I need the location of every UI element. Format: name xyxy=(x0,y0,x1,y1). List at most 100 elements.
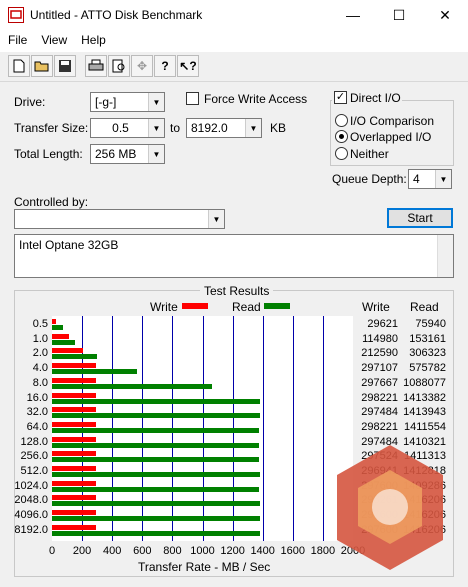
title-bar: Untitled - ATTO Disk Benchmark — ☐ ✕ xyxy=(0,0,468,30)
read-bar xyxy=(52,354,98,360)
write-column-header: Write xyxy=(362,300,390,314)
drive-label: Drive: xyxy=(14,95,46,109)
controlled-by-select[interactable]: ▼ xyxy=(14,209,225,229)
write-bar xyxy=(52,480,96,486)
read-value: 306323 xyxy=(409,347,446,360)
read-bar xyxy=(52,530,261,536)
read-bar xyxy=(52,472,260,477)
y-tick-label: 32.0 xyxy=(26,406,48,419)
write-bar xyxy=(52,407,96,413)
y-tick-label: 1024.0 xyxy=(14,479,48,492)
read-bar xyxy=(52,427,260,433)
direct-io-label: Direct I/O xyxy=(350,91,401,105)
description-scrollbar[interactable] xyxy=(437,235,453,277)
chevron-down-icon: ▼ xyxy=(245,119,261,137)
read-bar xyxy=(52,325,64,330)
write-value: 298221 xyxy=(361,391,398,404)
write-bar xyxy=(52,319,57,324)
chevron-down-icon: ▼ xyxy=(148,145,164,163)
description-textarea[interactable]: Intel Optane 32GB xyxy=(14,234,454,278)
transfer-to-select[interactable]: 8192.0 ▼ xyxy=(186,118,262,138)
y-tick-label: 128.0 xyxy=(20,435,48,448)
about-icon[interactable]: ? xyxy=(154,55,176,77)
read-bar xyxy=(52,501,261,507)
chevron-down-icon: ▼ xyxy=(208,210,224,228)
app-icon xyxy=(8,7,24,23)
drive-select[interactable]: [-g-] ▼ xyxy=(90,92,165,112)
help-icon[interactable]: ↖? xyxy=(177,55,199,77)
write-bar xyxy=(52,363,96,369)
read-value: 1411554 xyxy=(403,420,446,433)
read-bar xyxy=(52,442,260,448)
io-comparison-label: I/O Comparison xyxy=(350,114,435,128)
y-tick-label: 0.5 xyxy=(32,318,48,330)
y-tick-label: 1.0 xyxy=(32,332,48,345)
write-bar xyxy=(52,436,96,442)
drive-value: [-g-] xyxy=(95,95,117,109)
legend-read-swatch xyxy=(264,303,290,309)
write-value: 298221 xyxy=(361,420,398,433)
read-bar xyxy=(52,457,260,463)
io-comparison-radio[interactable] xyxy=(335,114,348,127)
write-bar xyxy=(52,392,96,398)
menu-file[interactable]: File xyxy=(0,30,33,47)
read-bar xyxy=(52,398,260,404)
kitguru-logo xyxy=(330,440,450,575)
write-bar xyxy=(52,377,96,383)
new-icon[interactable] xyxy=(8,55,30,77)
y-tick-label: 256.0 xyxy=(20,450,48,463)
results-title: Test Results xyxy=(200,284,274,298)
description-text: Intel Optane 32GB xyxy=(19,238,119,252)
write-value: 297484 xyxy=(361,406,398,419)
total-length-select[interactable]: 256 MB ▼ xyxy=(90,144,165,164)
read-bar xyxy=(52,486,260,492)
menu-help[interactable]: Help xyxy=(73,30,112,47)
maximize-button[interactable]: ☐ xyxy=(376,0,422,30)
write-bar xyxy=(52,451,96,457)
y-tick-label: 16.0 xyxy=(26,391,48,404)
force-write-label: Force Write Access xyxy=(204,92,308,106)
print-icon[interactable] xyxy=(85,55,107,77)
read-value: 575782 xyxy=(409,362,446,375)
read-bar xyxy=(52,516,261,522)
queue-depth-value: 4 xyxy=(413,172,420,186)
queue-depth-select[interactable]: 4 ▼ xyxy=(408,169,452,189)
write-bar xyxy=(52,466,96,471)
menu-bar: File View Help xyxy=(0,30,468,52)
overlapped-io-label: Overlapped I/O xyxy=(350,130,432,144)
y-tick-label: 4.0 xyxy=(32,362,48,375)
read-column-header: Read xyxy=(410,300,439,314)
minimize-button[interactable]: — xyxy=(330,0,376,30)
transfer-from-select[interactable]: 0.5 ▼ xyxy=(90,118,165,138)
menu-view[interactable]: View xyxy=(33,30,73,47)
overlapped-io-radio[interactable] xyxy=(335,130,348,143)
grid-line xyxy=(262,316,264,541)
print-preview-icon[interactable] xyxy=(108,55,130,77)
move-icon[interactable]: ✥ xyxy=(131,55,153,77)
read-bar xyxy=(52,413,260,419)
neither-radio[interactable] xyxy=(335,147,348,160)
read-value: 153161 xyxy=(409,332,446,345)
write-bar xyxy=(52,510,96,516)
y-tick-label: 2.0 xyxy=(32,347,48,360)
chevron-down-icon: ▼ xyxy=(148,93,164,111)
open-icon[interactable] xyxy=(31,55,53,77)
y-tick-label: 4096.0 xyxy=(14,509,48,522)
y-tick-label: 2048.0 xyxy=(14,494,48,507)
write-value: 212590 xyxy=(361,347,398,360)
read-value: 1413943 xyxy=(403,406,446,419)
kb-label: KB xyxy=(270,121,287,135)
write-value: 297107 xyxy=(361,362,398,375)
force-write-checkbox[interactable] xyxy=(186,92,199,105)
start-button[interactable]: Start xyxy=(387,208,453,228)
window-title: Untitled - ATTO Disk Benchmark xyxy=(30,8,203,22)
x-axis-label: Transfer Rate - MB / Sec xyxy=(138,560,271,574)
legend-write-label: Write xyxy=(150,300,178,314)
read-value: 1088077 xyxy=(403,376,446,389)
controlled-by-label: Controlled by: xyxy=(14,195,89,209)
chevron-down-icon: ▼ xyxy=(435,170,451,188)
save-icon[interactable] xyxy=(54,55,76,77)
direct-io-checkbox[interactable]: ✓ xyxy=(334,91,347,104)
close-button[interactable]: ✕ xyxy=(422,0,468,30)
read-bar xyxy=(52,369,137,375)
